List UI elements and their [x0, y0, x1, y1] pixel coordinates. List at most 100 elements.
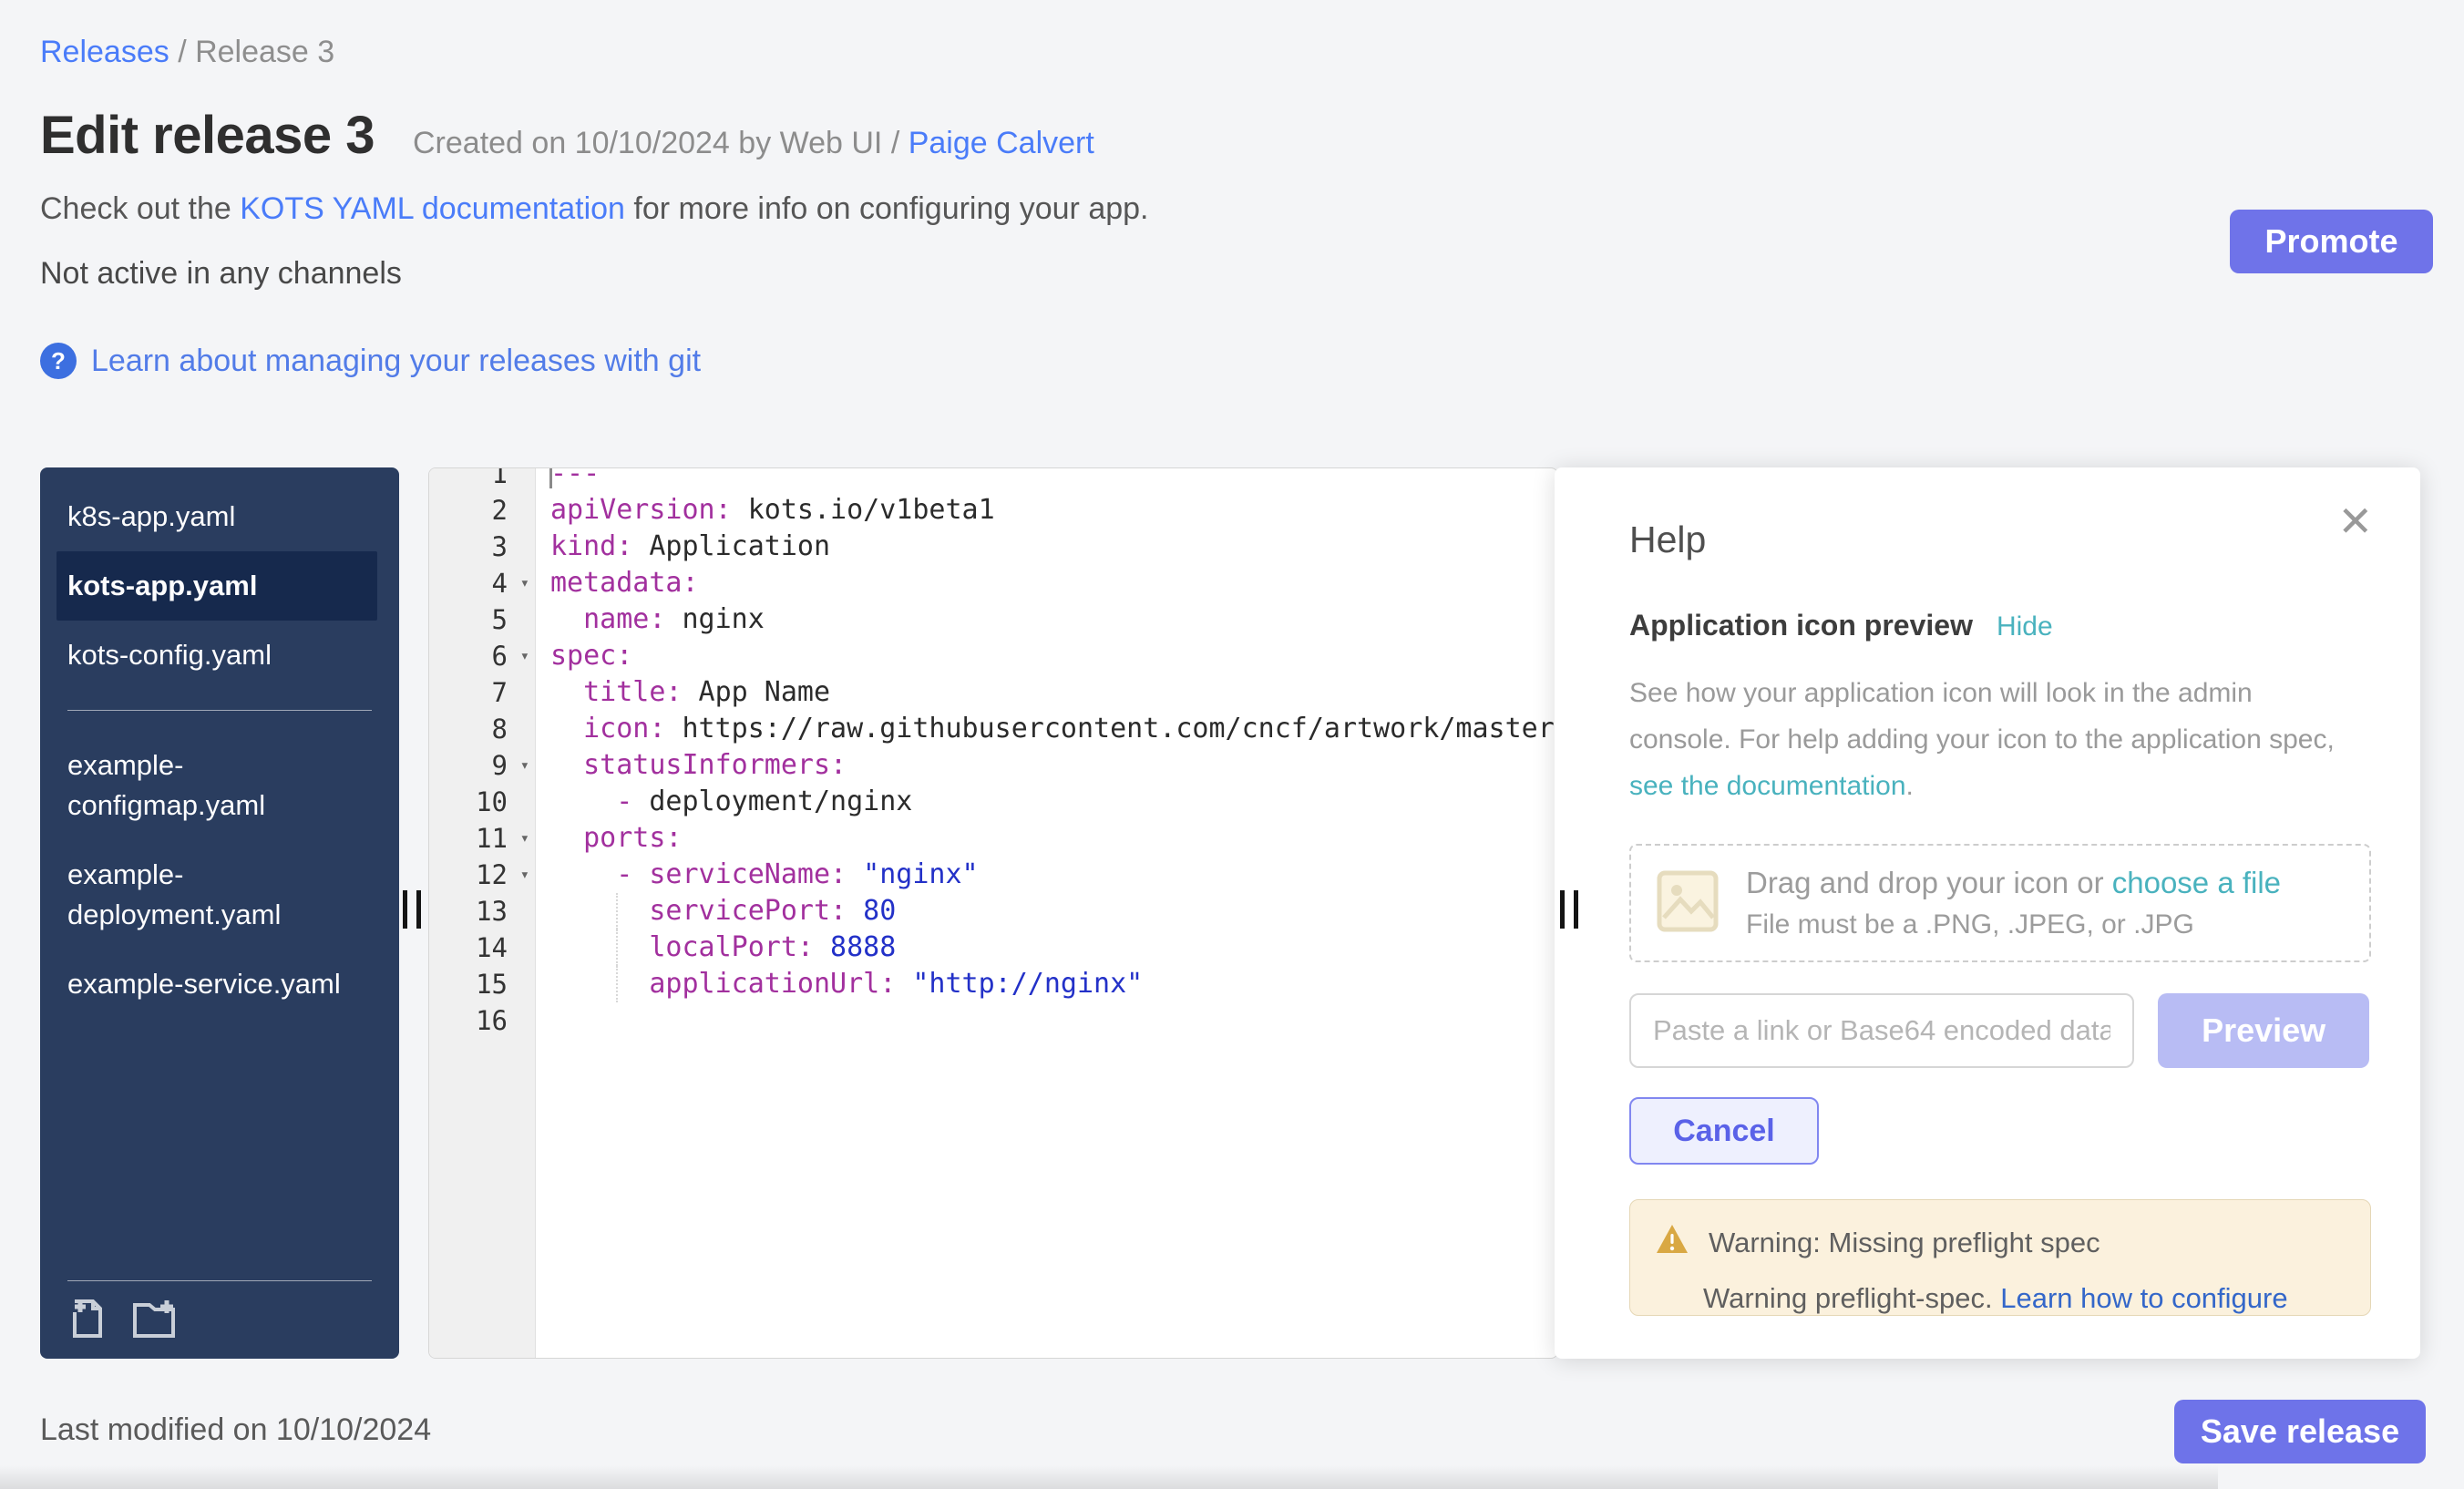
title-row: Edit release 3 Created on 10/10/2024 by … — [40, 105, 2424, 166]
description-suffix: . — [1906, 771, 1914, 801]
doc-hint-prefix: Check out the — [40, 191, 240, 226]
line-number-10: 10 — [429, 784, 535, 820]
code-line-5[interactable]: name: nginx — [536, 601, 1557, 638]
dropzone-texts: Drag and drop your icon or choose a file… — [1746, 866, 2281, 940]
channel-status: Not active in any channels — [40, 256, 2424, 292]
yaml-editor[interactable]: 1234▾56▾789▾1011▾12▾13141516 ---apiVersi… — [428, 467, 1558, 1359]
line-number-14: 14 — [429, 929, 535, 966]
last-modified-text: Last modified on 10/10/2024 — [40, 1412, 431, 1448]
sidebar-footer-divider — [67, 1280, 372, 1281]
fold-arrow-icon[interactable]: ▾ — [520, 820, 529, 857]
file-list-top: k8s-app.yamlkots-app.yamlkots-config.yam… — [40, 482, 399, 690]
warning-triangle-icon — [1656, 1224, 1689, 1262]
git-help-row: ? Learn about managing your releases wit… — [40, 343, 2424, 379]
preview-button[interactable]: Preview — [2158, 993, 2369, 1068]
file-list-divider — [67, 710, 372, 711]
help-title: Help — [1629, 519, 2369, 561]
code-line-12[interactable]: - serviceName: "nginx" — [536, 857, 1557, 893]
promote-button[interactable]: Promote — [2230, 210, 2433, 273]
dropzone-text: Drag and drop your icon or — [1746, 866, 2112, 899]
line-number-2: 2 — [429, 492, 535, 529]
code-line-9[interactable]: statusInformers: — [536, 747, 1557, 784]
file-item-kots-config.yaml[interactable]: kots-config.yaml — [56, 621, 377, 690]
doc-hint-suffix: for more info on configuring your app. — [625, 191, 1149, 226]
warning-title: Warning: Missing preflight spec — [1709, 1227, 2100, 1259]
code-line-15[interactable]: applicationUrl: "http://nginx" — [536, 966, 1557, 1002]
created-by-user-link[interactable]: Paige Calvert — [909, 126, 1094, 160]
file-sidebar: k8s-app.yamlkots-app.yamlkots-config.yam… — [40, 467, 399, 1359]
code-line-7[interactable]: title: App Name — [536, 674, 1557, 711]
file-item-example-service.yaml[interactable]: example-service.yaml — [56, 950, 377, 1019]
code-line-3[interactable]: kind: Application — [536, 529, 1557, 565]
file-item-k8s-app.yaml[interactable]: k8s-app.yaml — [56, 482, 377, 551]
doc-hint-line: Check out the KOTS YAML documentation fo… — [40, 191, 2424, 227]
text-cursor — [549, 468, 552, 488]
line-number-12: 12▾ — [429, 857, 535, 893]
created-meta: Created on 10/10/2024 by Web UI / Paige … — [413, 126, 1094, 161]
fold-arrow-icon[interactable]: ▾ — [520, 857, 529, 893]
breadcrumb: Releases / Release 3 — [40, 35, 2424, 70]
fold-arrow-icon[interactable]: ▾ — [520, 565, 529, 601]
code-line-6[interactable]: spec: — [536, 638, 1557, 674]
image-placeholder-icon — [1657, 870, 1719, 937]
code-line-16[interactable] — [536, 1002, 1557, 1039]
line-number-8: 8 — [429, 711, 535, 747]
fold-arrow-icon[interactable]: ▾ — [520, 638, 529, 674]
add-file-icon[interactable] — [67, 1298, 108, 1344]
main-row: k8s-app.yamlkots-app.yamlkots-config.yam… — [40, 467, 2428, 1359]
description-text: See how your application icon will look … — [1629, 678, 2335, 755]
code-rows: ---apiVersion: kots.io/v1beta1kind: Appl… — [536, 468, 1557, 1039]
gutter-rows: 1234▾56▾789▾1011▾12▾13141516 — [429, 467, 535, 1039]
line-number-1: 1 — [429, 467, 535, 492]
fold-arrow-icon[interactable]: ▾ — [520, 747, 529, 784]
code-line-13[interactable]: servicePort: 80 — [536, 893, 1557, 929]
git-releases-link[interactable]: Learn about managing your releases with … — [91, 344, 701, 379]
help-panel-resize-handle[interactable] — [1560, 890, 1582, 929]
warning-body: Warning preflight-spec. — [1703, 1282, 2000, 1314]
code-line-10[interactable]: - deployment/nginx — [536, 784, 1557, 820]
sidebar-footer — [40, 1280, 399, 1359]
dropzone-hint: File must be a .PNG, .JPEG, or .JPG — [1746, 909, 2281, 940]
file-item-example-configmap.yaml[interactable]: example-configmap.yaml — [56, 731, 377, 840]
line-number-11: 11▾ — [429, 820, 535, 857]
save-release-button[interactable]: Save release — [2174, 1400, 2426, 1463]
choose-file-link[interactable]: choose a file — [2112, 866, 2281, 899]
line-number-6: 6▾ — [429, 638, 535, 674]
breadcrumb-releases-link[interactable]: Releases — [40, 35, 169, 69]
line-number-5: 5 — [429, 601, 535, 638]
created-text: Created on 10/10/2024 by Web UI / — [413, 126, 909, 160]
page-title: Edit release 3 — [40, 105, 375, 166]
editor-code-area[interactable]: ---apiVersion: kots.io/v1beta1kind: Appl… — [536, 468, 1557, 1358]
learn-how-to-configure-link[interactable]: Learn how to configure — [2000, 1282, 2287, 1314]
code-line-1[interactable]: --- — [536, 468, 1557, 492]
file-list-bottom: example-configmap.yamlexample-deployment… — [40, 731, 399, 1019]
icon-url-input[interactable] — [1629, 993, 2134, 1068]
add-folder-icon[interactable] — [131, 1298, 177, 1344]
preflight-warning-box: Warning: Missing preflight spec Warning … — [1629, 1199, 2371, 1316]
code-line-14[interactable]: localPort: 8888 — [536, 929, 1557, 966]
code-line-11[interactable]: ports: — [536, 820, 1557, 857]
kots-yaml-doc-link[interactable]: KOTS YAML documentation — [240, 191, 625, 226]
file-item-kots-app.yaml[interactable]: kots-app.yaml — [56, 551, 377, 621]
sidebar-resize-handle[interactable] — [403, 890, 425, 929]
page-header: Releases / Release 3 Edit release 3 Crea… — [0, 0, 2464, 379]
see-documentation-link[interactable]: see the documentation — [1629, 771, 1906, 801]
release-editor-page: Releases / Release 3 Edit release 3 Crea… — [0, 0, 2464, 1489]
code-line-2[interactable]: apiVersion: kots.io/v1beta1 — [536, 492, 1557, 529]
question-mark-icon: ? — [40, 343, 77, 379]
breadcrumb-separator: / — [169, 35, 195, 69]
line-number-16: 16 — [429, 1002, 535, 1039]
line-number-15: 15 — [429, 966, 535, 1002]
icon-dropzone[interactable]: Drag and drop your icon or choose a file… — [1629, 844, 2371, 962]
footer-bar: Last modified on 10/10/2024 Save release — [40, 1400, 2426, 1463]
line-number-4: 4▾ — [429, 565, 535, 601]
icon-preview-section-title: Application icon preview — [1629, 609, 1973, 642]
cancel-button[interactable]: Cancel — [1629, 1097, 1819, 1165]
hide-link[interactable]: Hide — [1997, 611, 2053, 642]
file-item-example-deployment.yaml[interactable]: example-deployment.yaml — [56, 840, 377, 950]
line-number-7: 7 — [429, 674, 535, 711]
code-line-4[interactable]: metadata: — [536, 565, 1557, 601]
close-icon[interactable]: ✕ — [2337, 500, 2373, 542]
line-number-3: 3 — [429, 529, 535, 565]
code-line-8[interactable]: icon: https://raw.githubusercontent.com/… — [536, 711, 1557, 747]
